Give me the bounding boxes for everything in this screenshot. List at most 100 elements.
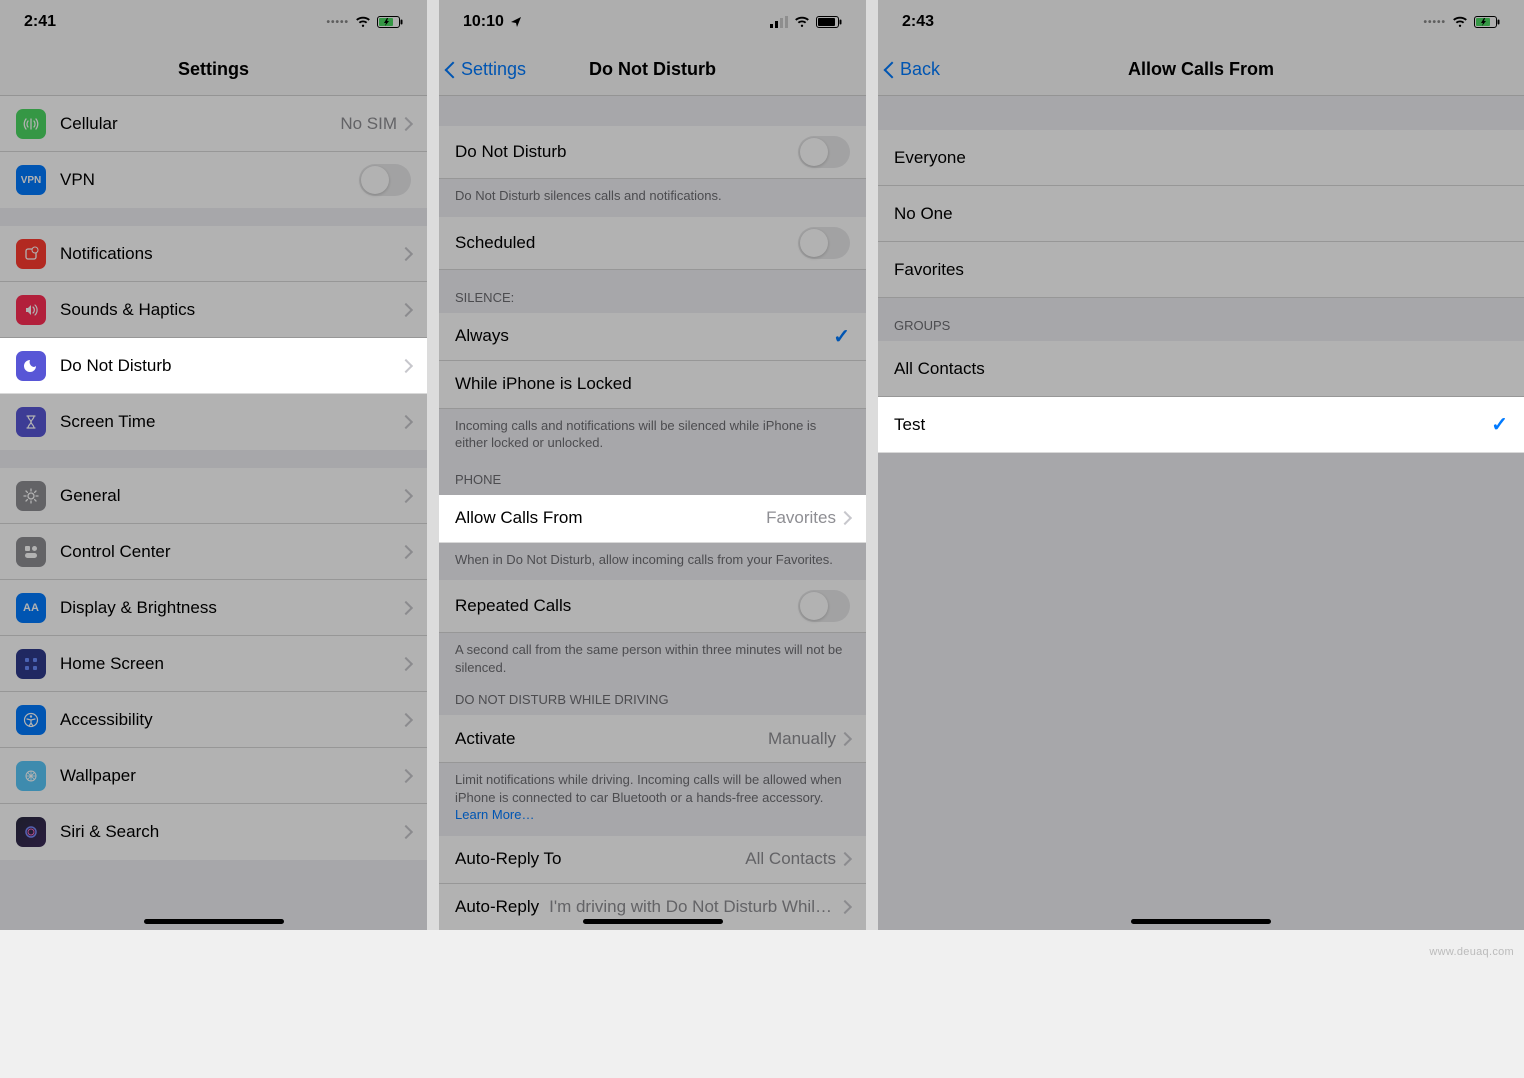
chevron-left-icon <box>886 60 898 80</box>
back-button[interactable]: Back <box>886 59 940 80</box>
notifications-icon <box>16 239 46 269</box>
row-label: Siri & Search <box>60 822 403 842</box>
row-label: Test <box>894 415 1491 435</box>
checkmark-icon: ✓ <box>1491 412 1508 437</box>
row-label: Favorites <box>894 260 1508 280</box>
option-all-contacts[interactable]: All Contacts <box>878 341 1524 397</box>
row-value: All Contacts <box>745 849 836 869</box>
dnd-screen: 10:10 Settings <box>439 0 866 930</box>
settings-row-general[interactable]: General <box>0 468 427 524</box>
back-button[interactable]: Settings <box>447 59 526 80</box>
row-label: Notifications <box>60 244 403 264</box>
vpn-toggle[interactable] <box>359 164 411 196</box>
row-value: I'm driving with Do Not Disturb While Dr… <box>549 897 836 917</box>
chevron-right-icon <box>403 713 411 727</box>
allow-calls-row[interactable]: Allow Calls From Favorites <box>439 495 866 543</box>
moon-icon <box>16 351 46 381</box>
chevron-right-icon <box>403 117 411 131</box>
chevron-right-icon <box>403 489 411 503</box>
dnd-toggle[interactable] <box>798 136 850 168</box>
while-locked-row[interactable]: While iPhone is Locked <box>439 361 866 409</box>
row-label: Control Center <box>60 542 403 562</box>
allow-calls-footer: When in Do Not Disturb, allow incoming c… <box>439 543 866 581</box>
scheduled-row[interactable]: Scheduled <box>439 217 866 270</box>
row-label: Repeated Calls <box>455 596 798 616</box>
nav-bar: Settings Do Not Disturb <box>439 44 866 96</box>
row-label: Accessibility <box>60 710 403 730</box>
settings-row-siri[interactable]: Siri & Search <box>0 804 427 860</box>
row-label: No One <box>894 204 1508 224</box>
chevron-right-icon <box>842 732 850 746</box>
location-icon <box>510 16 522 28</box>
dnd-footer: Do Not Disturb silences calls and notifi… <box>439 179 866 217</box>
wifi-icon <box>355 16 371 28</box>
settings-row-wallpaper[interactable]: Wallpaper <box>0 748 427 804</box>
row-label: Everyone <box>894 148 1508 168</box>
option-favorites[interactable]: Favorites <box>878 242 1524 298</box>
accessibility-icon <box>16 705 46 735</box>
home-indicator[interactable] <box>583 919 723 924</box>
settings-row-sounds[interactable]: Sounds & Haptics <box>0 282 427 338</box>
row-value: Manually <box>768 729 836 749</box>
chevron-right-icon <box>403 601 411 615</box>
cellular-dots-icon: ••••• <box>326 17 349 28</box>
row-label: Display & Brightness <box>60 598 403 618</box>
settings-row-homescreen[interactable]: Home Screen <box>0 636 427 692</box>
chevron-right-icon <box>403 657 411 671</box>
repeated-calls-row[interactable]: Repeated Calls <box>439 580 866 633</box>
settings-row-accessibility[interactable]: Accessibility <box>0 692 427 748</box>
autoreply-to-row[interactable]: Auto-Reply To All Contacts <box>439 836 866 884</box>
always-row[interactable]: Always ✓ <box>439 313 866 361</box>
settings-row-notifications[interactable]: Notifications <box>0 226 427 282</box>
display-icon: AA <box>16 593 46 623</box>
cellular-dots-icon: ••••• <box>1423 17 1446 28</box>
row-label: Auto-Reply To <box>455 849 745 869</box>
option-test[interactable]: Test ✓ <box>878 397 1524 453</box>
settings-row-dnd[interactable]: Do Not Disturb <box>0 338 427 394</box>
silence-header: SILENCE: <box>439 270 866 313</box>
row-label: Sounds & Haptics <box>60 300 403 320</box>
row-label: Always <box>455 326 833 346</box>
settings-row-controlcenter[interactable]: Control Center <box>0 524 427 580</box>
dnd-toggle-row[interactable]: Do Not Disturb <box>439 126 866 179</box>
nav-bar: Back Allow Calls From <box>878 44 1524 96</box>
home-indicator[interactable] <box>1131 919 1271 924</box>
status-bar: 10:10 <box>439 0 866 44</box>
learn-more-link[interactable]: Learn More… <box>455 807 534 822</box>
option-noone[interactable]: No One <box>878 186 1524 242</box>
driving-header: DO NOT DISTURB WHILE DRIVING <box>439 688 866 715</box>
settings-row-cellular[interactable]: Cellular No SIM <box>0 96 427 152</box>
activate-row[interactable]: Activate Manually <box>439 715 866 763</box>
row-label: While iPhone is Locked <box>455 374 850 394</box>
hourglass-icon <box>16 407 46 437</box>
silence-footer: Incoming calls and notifications will be… <box>439 409 866 464</box>
row-label: General <box>60 486 403 506</box>
scheduled-toggle[interactable] <box>798 227 850 259</box>
chevron-right-icon <box>842 852 850 866</box>
settings-row-vpn[interactable]: VPN VPN <box>0 152 427 208</box>
back-label: Back <box>900 59 940 80</box>
chevron-right-icon <box>403 415 411 429</box>
cellular-signal-icon <box>770 16 788 28</box>
status-time: 10:10 <box>463 13 504 31</box>
row-label: Wallpaper <box>60 766 403 786</box>
gear-icon <box>16 481 46 511</box>
page-title: Do Not Disturb <box>589 59 716 80</box>
status-bar: 2:41 ••••• <box>0 0 427 44</box>
back-label: Settings <box>461 59 526 80</box>
row-label: Scheduled <box>455 233 798 253</box>
page-title: Allow Calls From <box>1128 59 1274 80</box>
settings-row-display[interactable]: AA Display & Brightness <box>0 580 427 636</box>
row-label: Cellular <box>60 114 340 134</box>
repeated-toggle[interactable] <box>798 590 850 622</box>
home-indicator[interactable] <box>144 919 284 924</box>
chevron-right-icon <box>842 511 850 525</box>
option-everyone[interactable]: Everyone <box>878 130 1524 186</box>
battery-icon <box>816 16 842 28</box>
chevron-right-icon <box>403 825 411 839</box>
chevron-right-icon <box>403 359 411 373</box>
siri-icon <box>16 817 46 847</box>
settings-row-screentime[interactable]: Screen Time <box>0 394 427 450</box>
row-value: No SIM <box>340 114 397 134</box>
row-label: Screen Time <box>60 412 403 432</box>
